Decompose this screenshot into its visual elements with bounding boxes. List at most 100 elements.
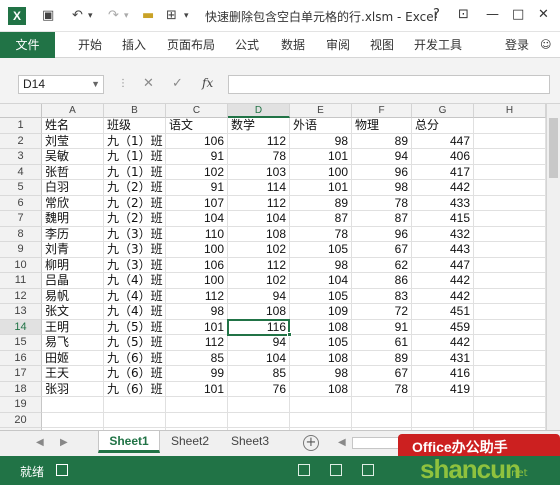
cell-g1[interactable]: 总分 [412,118,474,134]
cell-f12[interactable]: 83 [352,288,412,304]
macro-record-icon[interactable] [56,464,68,476]
cell-b15[interactable]: 九（5）班 [104,335,166,351]
tab-developer[interactable]: 开发工具 [414,32,462,58]
cell-e9[interactable]: 105 [290,242,352,258]
worksheet-grid[interactable]: ABCDEFGH 1 姓名 班级 语文 数学 外语 物理 总分 2 刘莹 九（1）班 106 112 98… [0,104,560,430]
cell-c6[interactable]: 107 [166,195,228,211]
cell-g12[interactable]: 442 [412,288,474,304]
cell-a3[interactable]: 吴敏 [42,149,104,165]
cell-a15[interactable]: 易飞 [42,335,104,351]
cell-f4[interactable]: 96 [352,164,412,180]
cell-a17[interactable]: 王天 [42,366,104,382]
cell-b6[interactable]: 九（2）班 [104,195,166,211]
cell-g6[interactable]: 433 [412,195,474,211]
cell-c18[interactable]: 101 [166,381,228,397]
cell-e11[interactable]: 104 [290,273,352,289]
cell-b14[interactable]: 九（5）班 [104,319,166,335]
row-header[interactable]: 8 [0,226,42,242]
cell-d19[interactable] [228,397,290,413]
cell-f19[interactable] [352,397,412,413]
cell-h4[interactable] [474,164,546,180]
cell-f14[interactable]: 91 [352,319,412,335]
cell-e18[interactable]: 108 [290,381,352,397]
enter-icon[interactable]: ✓ [172,76,183,92]
cell-a9[interactable]: 刘青 [42,242,104,258]
cell-g10[interactable]: 447 [412,257,474,273]
cell-h14[interactable] [474,319,546,335]
cell-c12[interactable]: 112 [166,288,228,304]
cell-d6[interactable]: 112 [228,195,290,211]
cell-e5[interactable]: 101 [290,180,352,196]
cell-b5[interactable]: 九（2）班 [104,180,166,196]
login-link[interactable]: 登录 [505,32,529,58]
cell-e20[interactable] [290,412,352,428]
cell-b19[interactable] [104,397,166,413]
tab-review[interactable]: 审阅 [326,32,350,58]
cell-a16[interactable]: 田姬 [42,350,104,366]
column-header-d[interactable]: D [228,104,290,118]
cell-c3[interactable]: 91 [166,149,228,165]
add-sheet-button[interactable]: + [303,435,319,451]
cell-e12[interactable]: 105 [290,288,352,304]
cell-g18[interactable]: 419 [412,381,474,397]
cell-c11[interactable]: 100 [166,273,228,289]
cell-d1[interactable]: 数学 [228,118,290,134]
scroll-thumb[interactable] [549,118,558,178]
row-header[interactable]: 18 [0,381,42,397]
tab-view[interactable]: 视图 [370,32,394,58]
cell-d20[interactable] [228,412,290,428]
cell-h15[interactable] [474,335,546,351]
row-header[interactable]: 1 [0,118,42,134]
page-break-view-icon[interactable] [362,464,374,476]
cell-c19[interactable] [166,397,228,413]
column-header-e[interactable]: E [290,104,352,118]
cell-b20[interactable] [104,412,166,428]
cell-c7[interactable]: 104 [166,211,228,227]
row-header[interactable]: 12 [0,288,42,304]
row-header[interactable]: 20 [0,412,42,428]
cell-g17[interactable]: 416 [412,366,474,382]
tab-insert[interactable]: 插入 [122,32,146,58]
cell-c16[interactable]: 85 [166,350,228,366]
row-header[interactable]: 10 [0,257,42,273]
row-header[interactable]: 11 [0,273,42,289]
cell-c13[interactable]: 98 [166,304,228,320]
close-button[interactable]: ✕ [538,7,549,23]
cell-h13[interactable] [474,304,546,320]
cell-a11[interactable]: 吕晶 [42,273,104,289]
row-header[interactable]: 16 [0,350,42,366]
cell-f20[interactable] [352,412,412,428]
cell-e2[interactable]: 98 [290,133,352,149]
cell-d8[interactable]: 108 [228,226,290,242]
cell-g2[interactable]: 447 [412,133,474,149]
tab-file[interactable]: 文件 [0,32,55,58]
cell-g7[interactable]: 415 [412,211,474,227]
cell-h1[interactable] [474,118,546,134]
row-header[interactable]: 2 [0,133,42,149]
cell-b11[interactable]: 九（4）班 [104,273,166,289]
cell-a8[interactable]: 李历 [42,226,104,242]
tab-sheet3[interactable]: Sheet3 [220,431,280,453]
cell-g20[interactable] [412,412,474,428]
cell-e17[interactable]: 98 [290,366,352,382]
cell-f10[interactable]: 62 [352,257,412,273]
row-header[interactable]: 5 [0,180,42,196]
cell-h16[interactable] [474,350,546,366]
cell-h12[interactable] [474,288,546,304]
redo-icon[interactable]: ↷ [108,8,119,24]
cell-f15[interactable]: 61 [352,335,412,351]
cell-h9[interactable] [474,242,546,258]
cell-e14[interactable]: 108 [290,319,352,335]
formula-input[interactable] [228,75,550,94]
macro-icon[interactable]: ⊞ [166,8,177,24]
cell-g19[interactable] [412,397,474,413]
cell-a1[interactable]: 姓名 [42,118,104,134]
cell-c10[interactable]: 106 [166,257,228,273]
cell-e3[interactable]: 101 [290,149,352,165]
column-header-h[interactable]: H [474,104,546,118]
cell-h6[interactable] [474,195,546,211]
cell-g13[interactable]: 451 [412,304,474,320]
help-button[interactable]: ? [433,7,440,23]
cell-h19[interactable] [474,397,546,413]
cell-e1[interactable]: 外语 [290,118,352,134]
